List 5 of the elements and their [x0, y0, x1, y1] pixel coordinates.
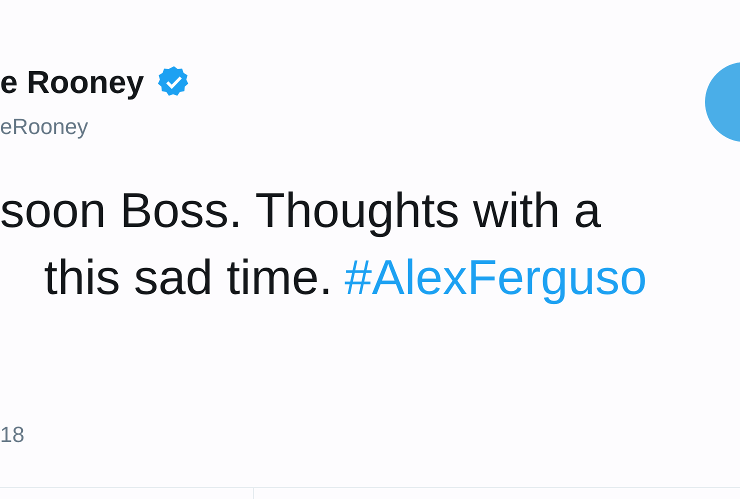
tweet-text: soon Boss. Thoughts with a	[0, 183, 602, 240]
tweet-text: this sad time.	[44, 250, 333, 308]
author-handle: eRooney	[0, 113, 90, 141]
author-name[interactable]: e Rooney	[0, 62, 144, 102]
tweet-timestamp: 18	[0, 420, 26, 448]
